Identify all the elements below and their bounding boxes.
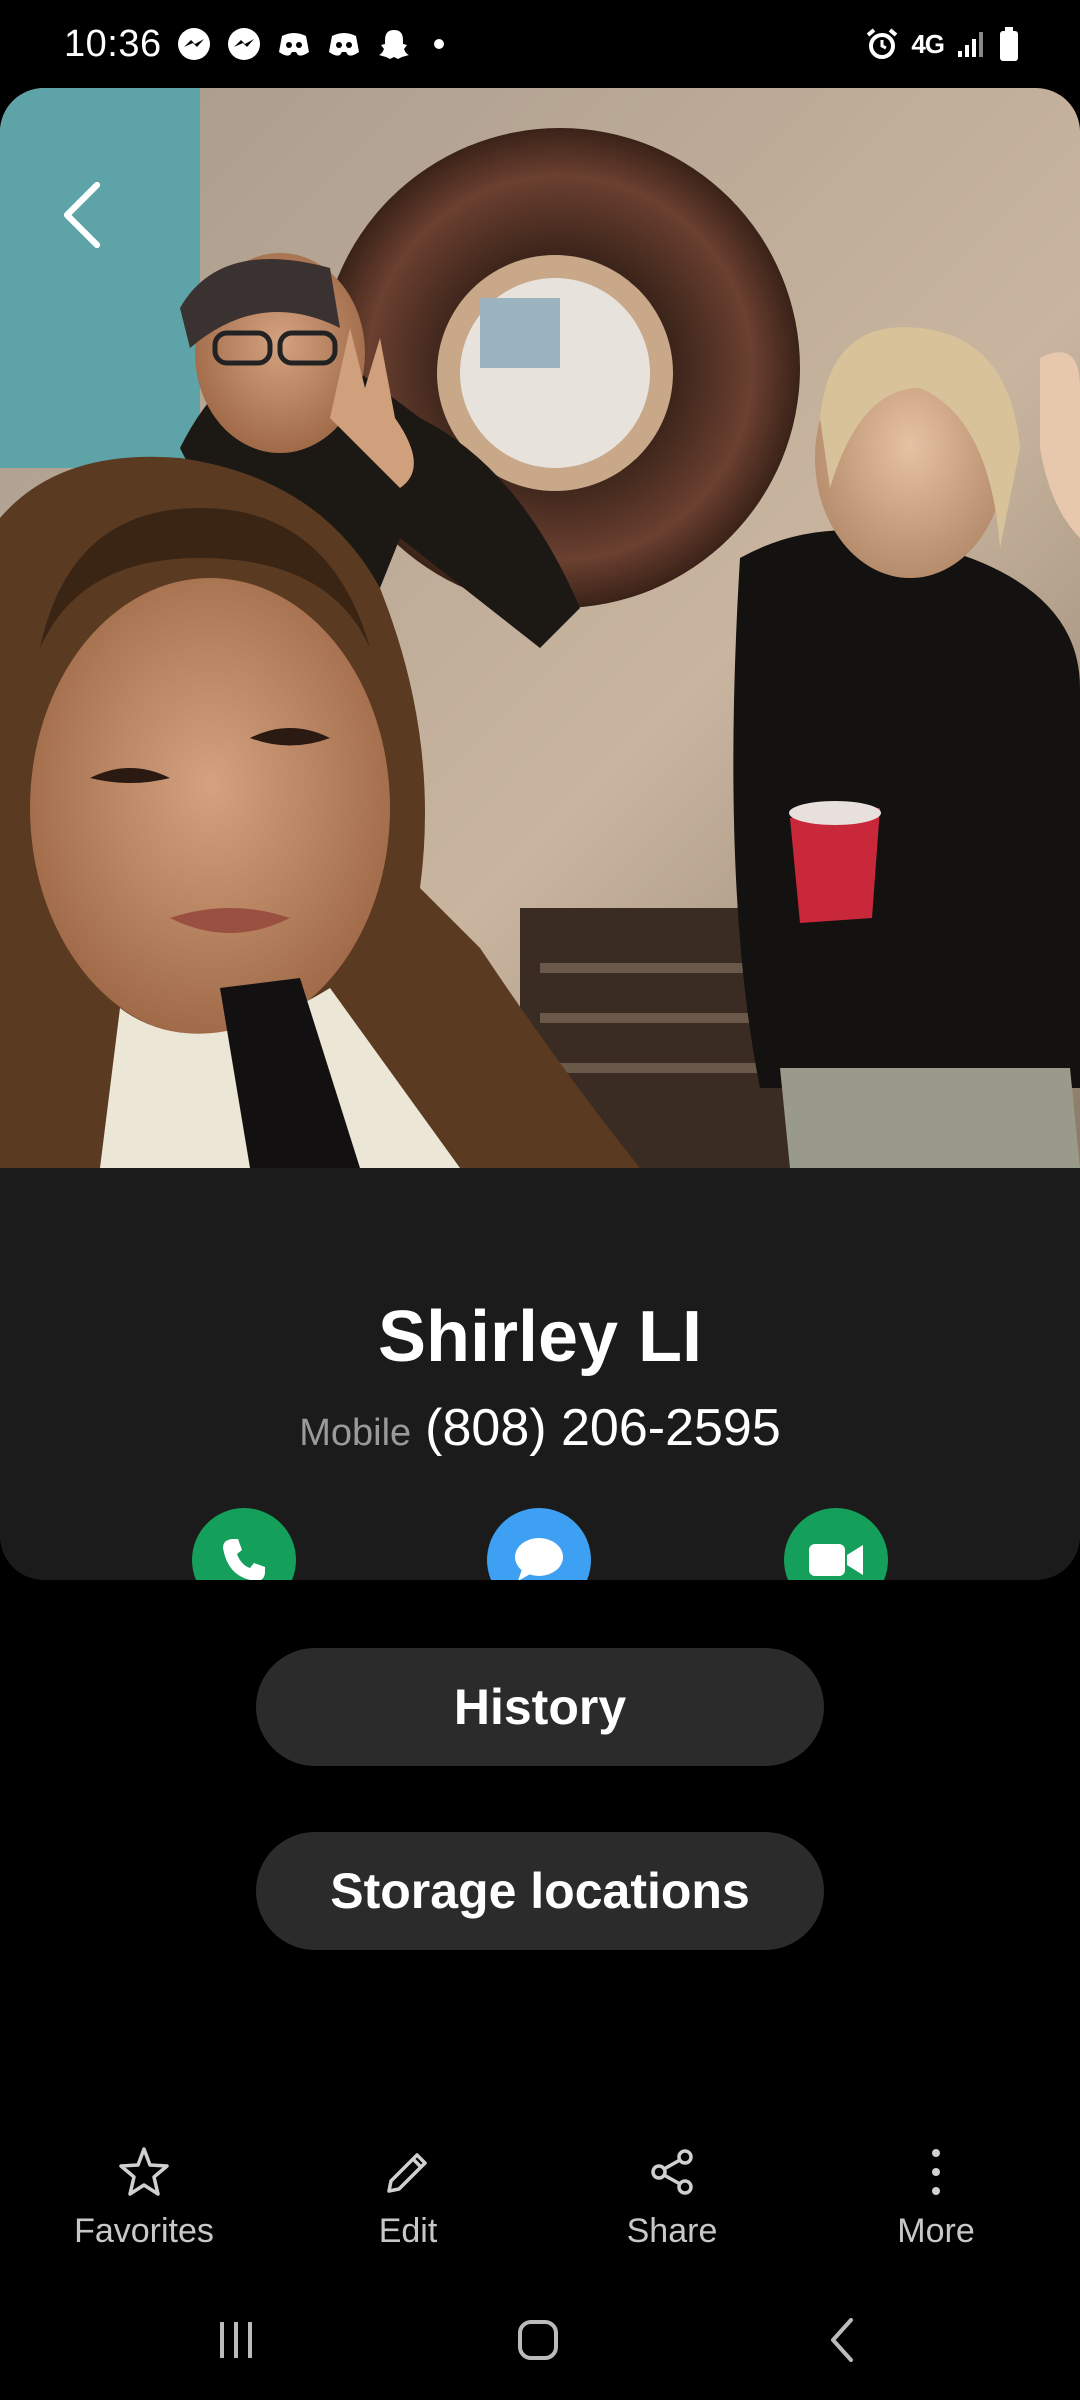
more-button[interactable]: More xyxy=(826,2144,1046,2251)
contact-card: Shirley LI Mobile (808) 206-2595 xyxy=(0,88,1080,1580)
favorites-button[interactable]: Favorites xyxy=(34,2144,254,2251)
back-arrow-icon xyxy=(63,181,101,249)
signal-icon xyxy=(958,32,983,57)
chat-icon xyxy=(515,1538,563,1580)
pencil-icon xyxy=(387,2153,427,2193)
clock: 10:36 xyxy=(64,22,162,65)
message-button[interactable] xyxy=(487,1508,591,1580)
system-nav-bar xyxy=(0,2296,1080,2384)
quick-actions xyxy=(0,1508,1080,1580)
contact-name: Shirley LI xyxy=(377,1297,703,1377)
share-label: Share xyxy=(626,2212,718,2250)
battery-icon xyxy=(1000,27,1018,61)
recents-button[interactable] xyxy=(196,2308,276,2372)
favorites-label: Favorites xyxy=(74,2212,214,2250)
status-bar: 10:36 4G xyxy=(0,0,1080,88)
more-label: More xyxy=(897,2212,975,2250)
back-icon xyxy=(831,2318,853,2362)
share-icon xyxy=(651,2149,693,2195)
phone-type-label: Mobile xyxy=(299,1412,412,1454)
video-camera-icon xyxy=(809,1544,863,1576)
phone-number[interactable]: (808) 206-2595 xyxy=(425,1398,781,1458)
contact-photo xyxy=(0,88,1080,1168)
star-icon xyxy=(119,2147,169,2196)
messenger-icon xyxy=(177,28,210,60)
share-button[interactable]: Share xyxy=(562,2144,782,2251)
network-type: 4G xyxy=(911,28,945,59)
recents-icon xyxy=(220,2322,252,2358)
status-right: 4G xyxy=(865,26,1020,62)
discord-icon xyxy=(278,33,309,56)
edit-label: Edit xyxy=(378,2212,438,2250)
storage-locations-button[interactable]: Storage locations xyxy=(256,1832,824,1950)
status-left: 10:36 xyxy=(64,23,444,66)
discord-icon xyxy=(328,33,359,56)
contact-info: Shirley LI Mobile (808) 206-2595 xyxy=(0,1168,1080,1580)
home-button[interactable] xyxy=(498,2308,578,2372)
phone-icon xyxy=(223,1539,265,1580)
nav-back-button[interactable] xyxy=(802,2308,882,2372)
home-icon xyxy=(518,2320,558,2360)
video-call-button[interactable] xyxy=(784,1508,888,1580)
snapchat-icon xyxy=(378,30,409,59)
more-vertical-icon xyxy=(932,2149,940,2195)
phone-row[interactable]: Mobile (808) 206-2595 xyxy=(0,1398,1080,1458)
more-notifications-dot xyxy=(433,39,444,49)
bottom-toolbar: Favorites Edit Share More xyxy=(0,2128,1080,2268)
call-button[interactable] xyxy=(192,1508,296,1580)
edit-button[interactable]: Edit xyxy=(298,2144,518,2251)
history-button[interactable]: History xyxy=(256,1648,824,1766)
alarm-icon xyxy=(867,28,898,59)
messenger-icon xyxy=(227,28,260,60)
photo-image xyxy=(0,88,1080,1168)
back-button[interactable] xyxy=(52,180,112,250)
